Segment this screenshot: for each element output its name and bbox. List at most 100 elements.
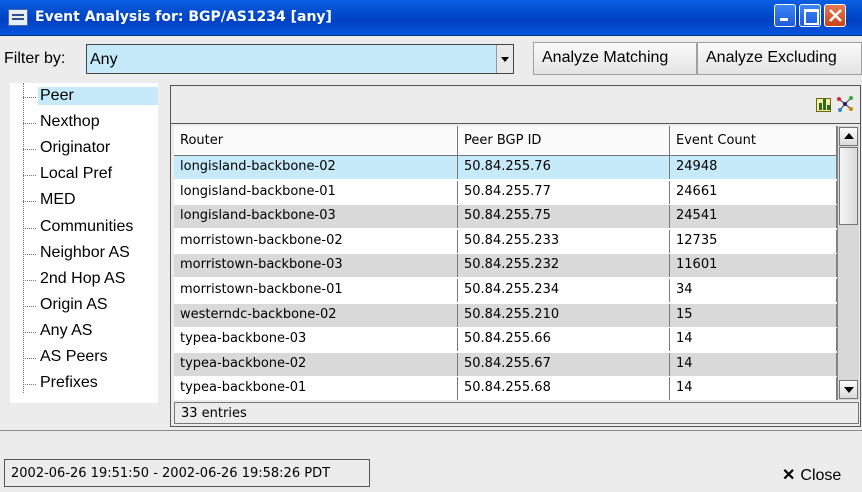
attribute-tree[interactable]: Peer Nexthop Originator Local Pref MED Commun… xyxy=(10,83,158,403)
tree-item-peer[interactable]: Peer xyxy=(10,85,158,109)
close-x-icon: ✕ xyxy=(782,467,796,484)
tree-item-any-as[interactable]: Any AS xyxy=(10,320,158,344)
peer-bgp-id-cell: 50.84.255.68 xyxy=(458,377,670,400)
analyze-matching-button[interactable]: Analyze Matching xyxy=(533,42,697,75)
event-count-cell: 34 xyxy=(670,279,837,302)
results-toolbar xyxy=(171,86,860,124)
tree-item-label: Communities xyxy=(40,217,134,235)
results-panel: Router Peer BGP ID Event Count longislan… xyxy=(170,85,861,427)
tree-item-neighbor-as[interactable]: Neighbor AS xyxy=(10,242,158,266)
tree-item-local-pref[interactable]: Local Pref xyxy=(10,163,158,187)
divider xyxy=(0,430,862,431)
router-cell: westerndc-backbone-02 xyxy=(174,303,458,327)
tree-connector xyxy=(23,358,36,359)
scroll-up-icon[interactable] xyxy=(839,127,858,146)
peer-bgp-id-cell: 50.84.255.67 xyxy=(458,352,670,376)
table-row[interactable]: longisland-backbone-02 50.84.255.76 24948 xyxy=(174,156,837,179)
event-count-cell: 24661 xyxy=(670,180,837,204)
router-cell: longisland-backbone-01 xyxy=(174,180,458,204)
tree-item-communities[interactable]: Communities xyxy=(10,216,158,240)
table-row[interactable]: typea-backbone-03 50.84.255.66 14 xyxy=(174,328,837,352)
table-scrollbar[interactable] xyxy=(837,126,859,400)
close-window-icon[interactable] xyxy=(824,4,846,27)
tree-item-label: MED xyxy=(40,191,76,209)
table-row[interactable]: westerndc-backbone-02 50.84.255.210 15 xyxy=(174,303,837,327)
peer-bgp-id-cell: 50.84.255.77 xyxy=(458,180,670,204)
router-cell: typea-backbone-03 xyxy=(174,328,458,352)
tree-item-prefixes[interactable]: Prefixes xyxy=(10,372,158,396)
tree-item-2nd-hop-as[interactable]: 2nd Hop AS xyxy=(10,268,158,292)
tree-connector xyxy=(23,279,36,281)
peer-bgp-id-cell: 50.84.255.75 xyxy=(458,205,670,229)
event-count-cell: 11601 xyxy=(670,254,837,278)
close-button[interactable]: ✕ Close xyxy=(771,455,861,490)
peer-bgp-id-cell: 50.84.255.234 xyxy=(458,279,670,302)
app-icon xyxy=(8,9,28,26)
tree-connector xyxy=(23,149,36,151)
column-header-router[interactable]: Router xyxy=(174,126,458,156)
table-row[interactable]: typea-backbone-01 50.84.255.68 14 xyxy=(174,377,837,400)
filter-dropdown[interactable]: Any xyxy=(86,44,514,74)
tree-item-as-peers[interactable]: AS Peers xyxy=(10,346,158,370)
tree-connector xyxy=(23,97,36,98)
table-row[interactable]: typea-backbone-02 50.84.255.67 14 xyxy=(174,352,837,376)
tree-item-label: Neighbor AS xyxy=(40,243,130,261)
scroll-down-icon[interactable] xyxy=(839,380,858,399)
tree-item-label: Peer xyxy=(38,87,158,105)
tree-item-originator[interactable]: Originator xyxy=(10,137,158,161)
analyze-excluding-button[interactable]: Analyze Excluding xyxy=(697,42,862,75)
tree-connector xyxy=(23,253,36,255)
tree-connector xyxy=(23,227,36,229)
close-label: Close xyxy=(800,467,842,484)
router-cell: morristown-backbone-02 xyxy=(174,229,458,253)
router-cell: typea-backbone-02 xyxy=(174,352,458,376)
maximize-icon[interactable] xyxy=(799,4,821,27)
tree-item-label: Origin AS xyxy=(40,295,108,313)
title-bar[interactable]: Event Analysis for: BGP/AS1234 [any] xyxy=(0,0,862,36)
peer-bgp-id-cell: 50.84.255.66 xyxy=(458,328,670,352)
tree-item-nexthop[interactable]: Nexthop xyxy=(10,111,158,135)
results-table[interactable]: Router Peer BGP ID Event Count longislan… xyxy=(174,126,837,400)
column-header-event-count[interactable]: Event Count xyxy=(670,126,837,156)
tree-connector xyxy=(23,384,36,386)
tree-item-med[interactable]: MED xyxy=(10,189,158,213)
bar-chart-icon[interactable] xyxy=(816,98,831,112)
event-count-cell: 14 xyxy=(670,352,837,376)
minimize-icon[interactable] xyxy=(774,4,796,27)
router-cell: typea-backbone-01 xyxy=(174,377,458,400)
peer-bgp-id-cell: 50.84.255.233 xyxy=(458,229,670,253)
window-title: Event Analysis for: BGP/AS1234 [any] xyxy=(35,9,332,25)
dropdown-arrow-icon[interactable] xyxy=(496,45,513,73)
tree-connector xyxy=(23,305,36,307)
tree-connector xyxy=(23,123,36,125)
router-cell: morristown-backbone-03 xyxy=(174,254,458,278)
router-cell: longisland-backbone-02 xyxy=(174,156,458,179)
table-row[interactable]: longisland-backbone-01 50.84.255.77 24661 xyxy=(174,180,837,204)
event-count-cell: 14 xyxy=(670,328,837,352)
tree-item-label: Nexthop xyxy=(40,113,100,131)
router-cell: longisland-backbone-03 xyxy=(174,205,458,229)
tree-item-origin-as[interactable]: Origin AS xyxy=(10,294,158,318)
filter-value: Any xyxy=(90,51,118,68)
tree-item-label: Originator xyxy=(40,139,111,157)
table-row[interactable]: morristown-backbone-03 50.84.255.232 11601 xyxy=(174,254,837,278)
scroll-thumb[interactable] xyxy=(839,147,858,225)
column-header-peer-bgp-id[interactable]: Peer BGP ID xyxy=(458,126,670,156)
event-count-cell: 24541 xyxy=(670,205,837,229)
table-row[interactable]: morristown-backbone-02 50.84.255.233 12735 xyxy=(174,229,837,253)
peer-bgp-id-cell: 50.84.255.232 xyxy=(458,254,670,278)
peer-bgp-id-cell: 50.84.255.76 xyxy=(458,156,670,179)
tree-connector xyxy=(23,201,36,203)
tree-connector xyxy=(23,331,36,333)
entries-count: 33 entries xyxy=(174,402,859,424)
event-count-cell: 12735 xyxy=(670,229,837,253)
filter-label: Filter by: xyxy=(4,50,66,67)
table-row[interactable]: longisland-backbone-03 50.84.255.75 24541 xyxy=(174,205,837,229)
router-cell: morristown-backbone-01 xyxy=(174,279,458,302)
event-count-cell: 15 xyxy=(670,303,837,327)
table-row[interactable]: morristown-backbone-01 50.84.255.234 34 xyxy=(174,279,837,302)
tree-connector xyxy=(23,175,36,177)
tree-item-label: Any AS xyxy=(40,321,93,339)
network-graph-icon[interactable] xyxy=(836,95,854,113)
tree-item-label: Local Pref xyxy=(40,165,113,183)
